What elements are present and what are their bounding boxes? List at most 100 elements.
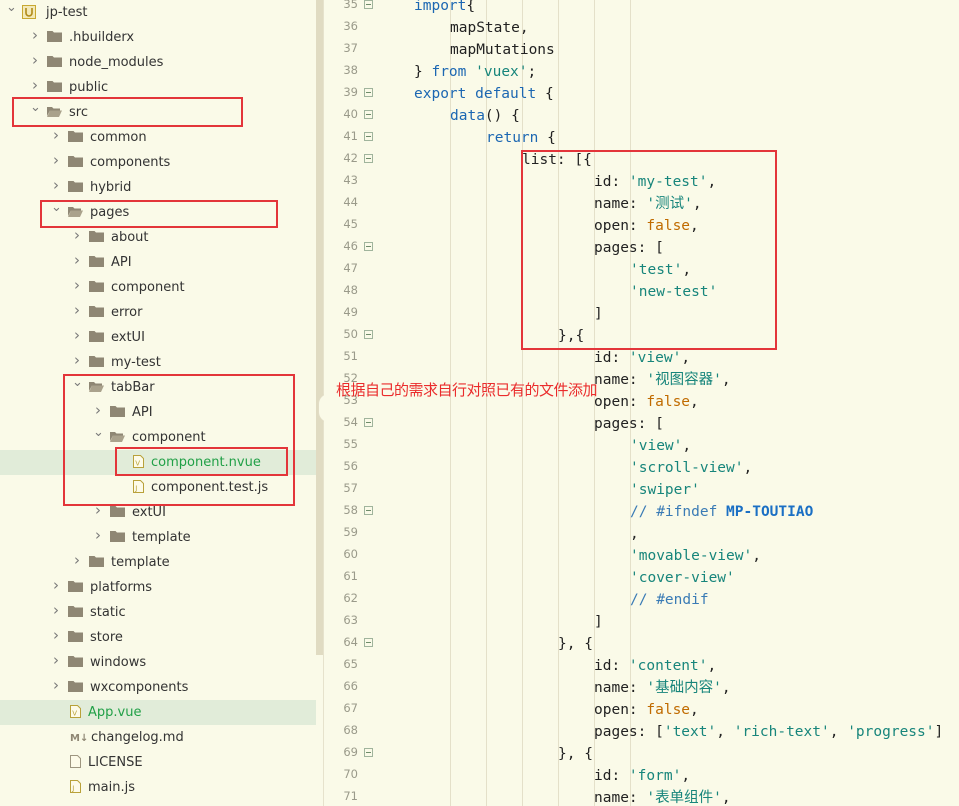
code-line[interactable]: 62 // #endif (324, 589, 959, 611)
chevron-right-icon[interactable]: › (72, 228, 82, 243)
code-token: name: (594, 680, 647, 696)
code-token: open: (594, 394, 647, 410)
code-line[interactable]: 66 name: '基础内容', (324, 677, 959, 699)
tree-file-changelog-md[interactable]: M↓ changelog.md (0, 725, 316, 750)
tree-folder-about[interactable]: › about (0, 225, 316, 250)
fold-toggle-icon[interactable] (364, 110, 373, 119)
js-file-icon: J (70, 780, 81, 793)
tree-folder-common[interactable]: › common (0, 125, 316, 150)
code-token: , (707, 658, 717, 674)
code-line[interactable]: 58 // #ifndef MP-TOUTIAO (324, 501, 959, 523)
tree-file-license[interactable]: LICENSE (0, 750, 316, 775)
tree-folder-windows[interactable]: › windows (0, 650, 316, 675)
code-token: ] (934, 724, 944, 740)
code-line[interactable]: 59, (324, 523, 959, 545)
chevron-right-icon[interactable]: › (51, 603, 61, 618)
fold-toggle-icon[interactable] (364, 418, 373, 427)
fold-toggle-icon[interactable] (364, 132, 373, 141)
tree-folder-extui[interactable]: › extUI (0, 325, 316, 350)
tree-folder-store[interactable]: › store (0, 625, 316, 650)
code-line[interactable]: 56 'scroll-view', (324, 457, 959, 479)
tree-folder-platforms[interactable]: › platforms (0, 575, 316, 600)
code-line[interactable]: 36 mapState, (324, 17, 959, 39)
chevron-right-icon[interactable]: › (30, 78, 40, 93)
chevron-right-icon[interactable]: › (72, 353, 82, 368)
chevron-right-icon[interactable]: › (72, 328, 82, 343)
tree-folder-component[interactable]: › component (0, 275, 316, 300)
folder-icon (68, 656, 83, 667)
tree-folder-hybrid[interactable]: › hybrid (0, 175, 316, 200)
chevron-right-icon[interactable]: › (72, 253, 82, 268)
code-token: , (716, 724, 734, 740)
tree-folder-jp-test[interactable]: ⌄ jp-test (0, 0, 316, 25)
code-token: 'vuex' (475, 64, 528, 80)
code-token: mapState, (450, 20, 529, 36)
chevron-right-icon[interactable]: › (30, 53, 40, 68)
code-line[interactable]: 67 open: false, (324, 699, 959, 721)
fold-toggle-icon[interactable] (364, 330, 373, 339)
code-line[interactable]: 71 name: '表单组件', (324, 787, 959, 806)
chevron-right-icon[interactable]: › (72, 553, 82, 568)
tree-folder-template[interactable]: › template (0, 550, 316, 575)
code-line[interactable]: 70 id: 'form', (324, 765, 959, 787)
line-number: 43 (343, 173, 358, 187)
fold-toggle-icon[interactable] (364, 242, 373, 251)
tree-folder-api[interactable]: › API (0, 250, 316, 275)
code-line[interactable]: 57 'swiper' (324, 479, 959, 501)
code-line[interactable]: 40 data() { (324, 105, 959, 127)
fold-toggle-icon[interactable] (364, 0, 373, 9)
code-token: , (752, 548, 761, 564)
tree-folder-template[interactable]: › template (0, 525, 316, 550)
code-line[interactable]: 60 'movable-view', (324, 545, 959, 567)
tree-folder-node-modules[interactable]: › node_modules (0, 50, 316, 75)
code-line[interactable]: 68 pages: ['text', 'rich-text', 'progress… (324, 721, 959, 743)
fold-toggle-icon[interactable] (364, 506, 373, 515)
chevron-right-icon[interactable]: › (51, 653, 61, 668)
code-line[interactable]: 65 id: 'content', (324, 655, 959, 677)
tree-item-label: static (90, 605, 126, 620)
sidebar-scrollbar[interactable] (316, 0, 323, 655)
fold-toggle-icon[interactable] (364, 748, 373, 757)
chevron-right-icon[interactable]: › (51, 678, 61, 693)
code-line[interactable]: 64}, { (324, 633, 959, 655)
chevron-right-icon[interactable]: › (72, 278, 82, 293)
code-line[interactable]: 39 export default { (324, 83, 959, 105)
tree-item-label: extUI (111, 330, 145, 345)
markdown-file-icon: M↓ (70, 730, 88, 744)
tree-folder-my-test[interactable]: › my-test (0, 350, 316, 375)
code-line[interactable]: 37 mapMutations (324, 39, 959, 61)
code-line[interactable]: 38} from 'vuex'; (324, 61, 959, 83)
tree-folder-wxcomponents[interactable]: › wxcomponents (0, 675, 316, 700)
chevron-right-icon[interactable]: › (72, 303, 82, 318)
code-line[interactable]: 63] (324, 611, 959, 633)
code-line[interactable]: 69}, { (324, 743, 959, 765)
fold-toggle-icon[interactable] (364, 154, 373, 163)
chevron-right-icon[interactable]: › (51, 628, 61, 643)
code-editor[interactable]: 35 import{36 mapState, 37 mapMutations 38} fr… (324, 0, 959, 806)
code-line[interactable]: 54 pages: [ (324, 413, 959, 435)
fold-toggle-icon[interactable] (364, 88, 373, 97)
fold-toggle-icon[interactable] (364, 638, 373, 647)
code-line[interactable]: 51 id: 'view', (324, 347, 959, 369)
tree-file-app-vue[interactable]: V App.vue (0, 700, 316, 725)
chevron-right-icon[interactable]: › (93, 528, 103, 543)
line-number: 69 (343, 745, 358, 759)
code-line[interactable]: 55 'view', (324, 435, 959, 457)
folder-icon (89, 306, 104, 317)
line-number: 65 (343, 657, 358, 671)
tree-folder--hbuilderx[interactable]: › .hbuilderx (0, 25, 316, 50)
code-text: id: 'form', (594, 766, 690, 786)
chevron-right-icon[interactable]: › (51, 178, 61, 193)
chevron-right-icon[interactable]: › (51, 128, 61, 143)
code-line[interactable]: 35 import{ (324, 0, 959, 17)
chevron-right-icon[interactable]: › (30, 28, 40, 43)
tree-folder-static[interactable]: › static (0, 600, 316, 625)
tree-folder-error[interactable]: › error (0, 300, 316, 325)
chevron-right-icon[interactable]: › (51, 153, 61, 168)
code-line[interactable]: 41 return { (324, 127, 959, 149)
tree-folder-components[interactable]: › components (0, 150, 316, 175)
chevron-right-icon[interactable]: › (51, 578, 61, 593)
tree-file-main-js[interactable]: Jmain.js (0, 775, 316, 800)
chevron-down-icon[interactable]: ⌄ (6, 1, 17, 15)
code-line[interactable]: 61 'cover-view' (324, 567, 959, 589)
